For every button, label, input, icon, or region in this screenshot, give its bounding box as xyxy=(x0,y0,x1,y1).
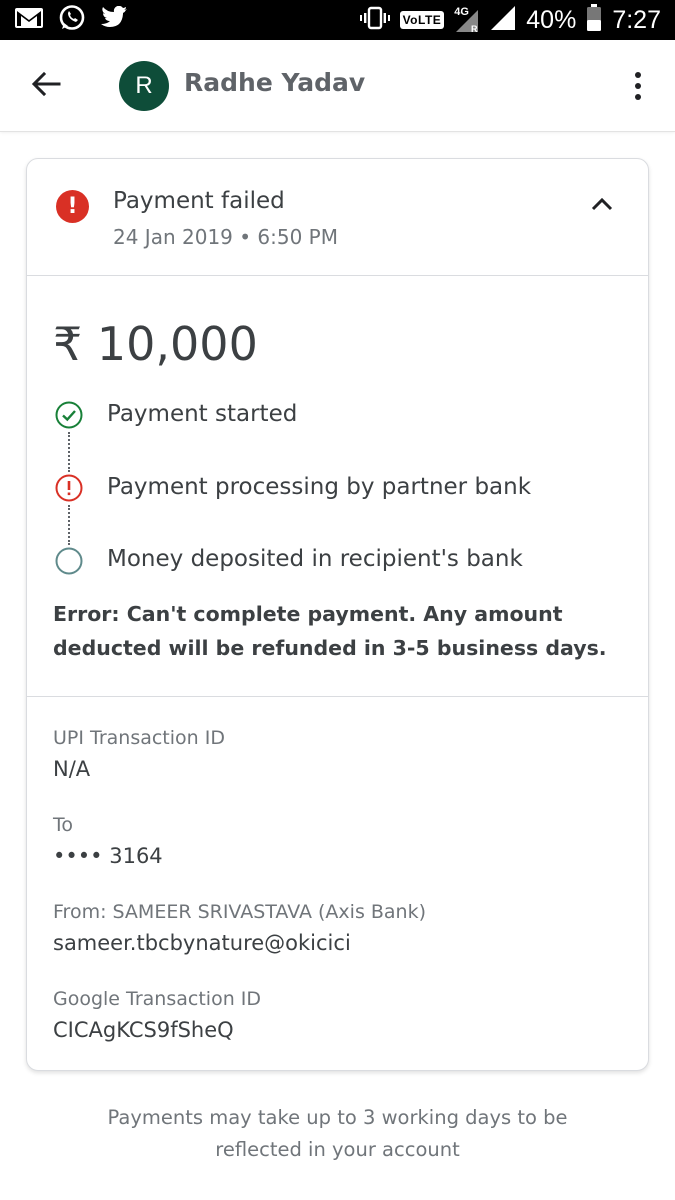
vibrate-icon xyxy=(359,6,390,34)
arrow-back-icon xyxy=(31,71,61,101)
twitter-icon xyxy=(100,5,128,34)
footer-note-line1: Payments may take up to 3 working days t… xyxy=(107,1106,568,1129)
timeline-step-deposited: Money deposited in recipient's bank xyxy=(107,546,523,572)
google-transaction-id-value: CICAgKCS9fSheQ xyxy=(53,1018,234,1042)
status-bar: VoLTE 4G R 40% 7:27 xyxy=(0,0,675,40)
timeline-step-processing: Payment processing by partner bank xyxy=(107,474,532,500)
google-transaction-id-label: Google Transaction ID xyxy=(53,988,262,1010)
payment-date: 24 Jan 2019 • 6:50 PM xyxy=(113,225,338,249)
more-vert-icon xyxy=(635,72,641,78)
payment-amount: ₹ 10,000 xyxy=(53,317,258,371)
from-label: From: SAMEER SRIVASTAVA (Axis Bank) xyxy=(53,901,427,923)
payment-status-title: Payment failed xyxy=(113,188,285,214)
signal-icon xyxy=(490,5,516,35)
battery-percent: 40% xyxy=(526,5,577,34)
timeline-connector xyxy=(68,432,70,472)
contact-name[interactable]: Radhe Yadav xyxy=(184,68,365,97)
footer-note-line2: reflected in your account xyxy=(215,1138,460,1161)
payment-card: ! Payment failed 24 Jan 2019 • 6:50 PM ₹… xyxy=(26,158,649,1071)
battery-icon xyxy=(586,4,602,36)
timeline-connector xyxy=(68,505,70,545)
payment-status-header[interactable]: ! Payment failed 24 Jan 2019 • 6:50 PM xyxy=(27,159,648,276)
avatar-letter: R xyxy=(135,72,153,99)
footer-note: Payments may take up to 3 working days t… xyxy=(0,1102,675,1166)
to-value: •••• 3164 xyxy=(53,844,163,868)
back-button[interactable] xyxy=(28,66,64,106)
whatsapp-icon xyxy=(58,4,86,36)
error-icon: ! xyxy=(56,190,89,223)
volte-badge: VoLTE xyxy=(399,11,445,29)
error-message: Error: Can't complete payment. Any amoun… xyxy=(53,602,607,660)
avatar[interactable]: R xyxy=(119,61,169,111)
network-4g-icon: 4G R xyxy=(454,6,480,34)
timeline-step-started: Payment started xyxy=(107,401,298,427)
more-options-button[interactable] xyxy=(623,66,653,106)
upi-transaction-id-value: N/A xyxy=(53,757,91,781)
transaction-details: UPI Transaction ID N/A To •••• 3164 From… xyxy=(27,696,648,1042)
app-bar: R Radhe Yadav xyxy=(0,40,675,132)
gmail-icon xyxy=(14,7,44,33)
to-label: To xyxy=(53,814,74,836)
check-circle-icon xyxy=(55,401,83,429)
svg-text:R: R xyxy=(471,24,478,34)
upi-transaction-id-label: UPI Transaction ID xyxy=(53,727,225,749)
empty-circle-icon xyxy=(55,547,83,575)
clock: 7:27 xyxy=(612,5,661,34)
error-circle-icon xyxy=(55,474,83,502)
chevron-up-icon xyxy=(591,196,613,215)
collapse-button[interactable] xyxy=(586,191,618,219)
from-value: sameer.tbcbynature@okicici xyxy=(53,931,351,955)
